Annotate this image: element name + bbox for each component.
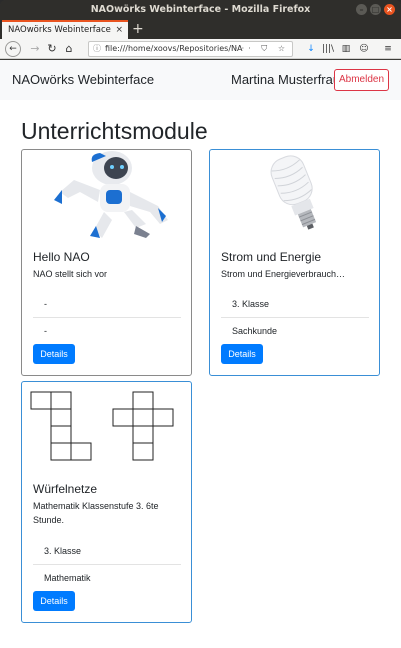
- page-title: Unterrichtsmodule: [21, 118, 208, 144]
- logout-button[interactable]: Abmelden: [334, 69, 389, 91]
- window-title: NAOwörks Webinterface - Mozilla Firefox: [90, 4, 311, 15]
- reload-button[interactable]: ↻: [44, 41, 60, 57]
- new-tab-button[interactable]: +: [132, 20, 144, 38]
- card-title: Strom und Energie: [221, 250, 322, 264]
- site-navbar: NAOwörks Webinterface Martina Musterfrau…: [0, 60, 401, 100]
- home-button[interactable]: ⌂: [61, 41, 77, 57]
- tab-close-icon[interactable]: ×: [115, 22, 123, 38]
- module-card: Hello NAO NAO stellt sich vor - - Detail…: [21, 149, 192, 376]
- info-icon[interactable]: ⓘ: [93, 42, 101, 56]
- list-item: 3. Klasse: [33, 538, 181, 565]
- light-bulb-image: [210, 150, 379, 238]
- user-name: Martina Musterfrau: [231, 72, 341, 87]
- window-titlebar: NAOwörks Webinterface - Mozilla Firefox …: [0, 0, 401, 20]
- back-button[interactable]: ←: [5, 41, 21, 57]
- sidebar-icon[interactable]: ▥: [339, 41, 353, 57]
- list-item: 3. Klasse: [221, 291, 369, 318]
- site-brand[interactable]: NAOwörks Webinterface: [12, 72, 154, 87]
- card-text: Mathematik Klassenstufe 3. 6te Stunde.: [33, 501, 159, 525]
- cube-nets-image: [22, 382, 191, 472]
- list-item: -: [33, 291, 181, 318]
- navigation-toolbar: ← → ↻ ⌂ ⓘ file:///home/xoovs/Repositorie…: [0, 39, 401, 59]
- maximize-button[interactable]: □: [370, 4, 381, 15]
- card-text: Strom und Energieverbrauch…: [221, 269, 346, 279]
- download-icon[interactable]: ↓: [304, 41, 318, 57]
- minimize-button[interactable]: –: [356, 4, 367, 15]
- library-icon[interactable]: |||\: [321, 41, 335, 57]
- nao-robot-image: [22, 150, 191, 238]
- list-item: Sachkunde: [232, 326, 278, 336]
- list-item: -: [44, 326, 47, 336]
- menu-icon[interactable]: ≡: [381, 41, 395, 57]
- list-item: Mathematik: [44, 573, 91, 583]
- web-page: NAOwörks Webinterface Martina Musterfrau…: [0, 60, 401, 648]
- card-text: NAO stellt sich vor: [33, 269, 108, 279]
- tab-bar: NAOwörks Webinterface × +: [0, 20, 401, 39]
- account-icon[interactable]: ☺: [357, 41, 371, 57]
- url-text: file:///home/xoovs/Repositories/NA: [105, 44, 243, 53]
- tab-title: NAOwörks Webinterface: [8, 25, 111, 35]
- module-card: Würfelnetze Mathematik Klassenstufe 3. 6…: [21, 381, 192, 623]
- window-controls: – □ ×: [356, 4, 395, 15]
- close-window-button[interactable]: ×: [384, 4, 395, 15]
- details-button[interactable]: Details: [221, 344, 263, 364]
- forward-button[interactable]: →: [27, 41, 43, 57]
- details-button[interactable]: Details: [33, 344, 75, 364]
- browser-window: NAOwörks Webinterface - Mozilla Firefox …: [0, 0, 401, 648]
- card-title: Würfelnetze: [33, 482, 98, 496]
- url-bar[interactable]: ⓘ file:///home/xoovs/Repositories/NA ···…: [88, 41, 293, 57]
- page-actions-icon[interactable]: ··· ⛉ ☆: [235, 42, 289, 56]
- details-button[interactable]: Details: [33, 591, 75, 611]
- card-title: Hello NAO: [33, 250, 90, 264]
- module-card: Strom und Energie Strom und Energieverbr…: [209, 149, 380, 376]
- tab-naoworks[interactable]: NAOwörks Webinterface ×: [2, 20, 128, 39]
